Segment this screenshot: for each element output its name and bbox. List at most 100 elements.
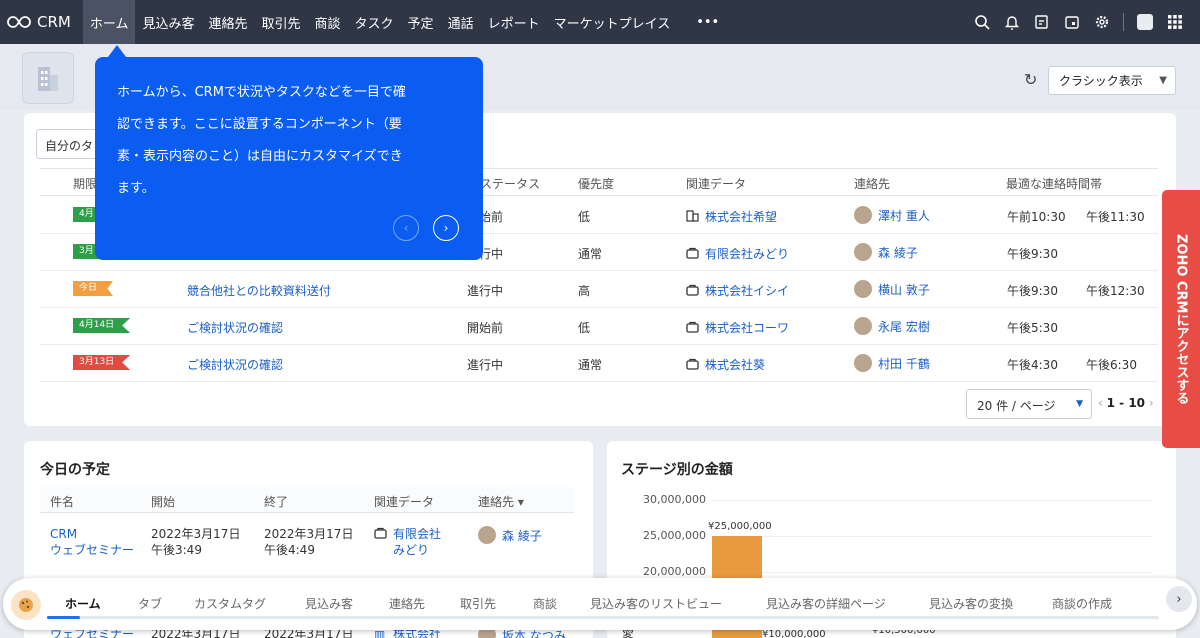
prev-page-icon[interactable]: ‹ bbox=[1098, 396, 1103, 410]
nav-item[interactable]: ホーム bbox=[82, 0, 136, 44]
page-range: 1 - 10 bbox=[1106, 396, 1146, 410]
task-subject[interactable]: ご検討状況の確認 bbox=[187, 356, 283, 373]
refresh-icon[interactable]: ↻ bbox=[1024, 70, 1037, 89]
chevron-down-icon: ▼ bbox=[1159, 75, 1167, 86]
table-row[interactable]: 今日 競合他社との比較資料送付 進行中 高 株式会社イシイ 横山 敦子 午後9:30 午後12… bbox=[40, 271, 1158, 308]
col-best-time[interactable]: 最適な連絡時間帯 bbox=[1006, 175, 1102, 192]
table-row[interactable]: 3月13日 ご検討状況の確認 進行中 通常 株式会社葵 村田 千鶴 午後4:30 午後6:30 bbox=[40, 345, 1158, 382]
event-subject[interactable]: CRM ウェブセミナー bbox=[50, 526, 134, 558]
tour-tab[interactable]: 商談 bbox=[533, 595, 557, 612]
tour-next-button[interactable]: › bbox=[1166, 586, 1192, 612]
task-subject[interactable]: ご検討状況の確認 bbox=[187, 319, 283, 336]
task-related[interactable]: 株式会社コーワ bbox=[686, 319, 789, 336]
task-related[interactable]: 株式会社葵 bbox=[686, 356, 765, 373]
best-time-start: 午後9:30 bbox=[1007, 247, 1058, 261]
task-contact[interactable]: 村田 千鶴 bbox=[854, 354, 930, 372]
task-priority: 低 bbox=[578, 210, 591, 224]
avatar bbox=[854, 280, 872, 298]
col-due[interactable]: 期限 bbox=[73, 175, 97, 192]
tour-tab[interactable]: 見込み客の変換 bbox=[929, 595, 1013, 612]
tour-tab[interactable]: 商談の作成 bbox=[1052, 595, 1112, 612]
task-status: 進行中 bbox=[467, 358, 504, 372]
col-related[interactable]: 関連データ bbox=[374, 487, 434, 513]
deal-icon bbox=[686, 358, 700, 370]
nav-item[interactable]: マーケットプレイス bbox=[547, 0, 678, 44]
apps-grid-icon[interactable] bbox=[1160, 0, 1190, 44]
task-priority: 高 bbox=[578, 284, 591, 298]
nav-divider bbox=[1123, 13, 1124, 31]
col-related[interactable]: 関連データ bbox=[686, 175, 746, 192]
tour-tab[interactable]: カスタムタグ bbox=[194, 595, 266, 612]
y-tick-label: 30,000,000 bbox=[643, 493, 706, 506]
tooltip-prev-button[interactable]: ‹ bbox=[393, 215, 419, 241]
col-contact[interactable]: 連絡先 ▾ bbox=[478, 487, 524, 513]
event-contact[interactable]: 森 綾子 bbox=[478, 526, 542, 544]
col-contact[interactable]: 連絡先 bbox=[854, 175, 890, 192]
next-page-icon[interactable]: › bbox=[1149, 396, 1154, 410]
tour-tab[interactable]: 連絡先 bbox=[389, 595, 425, 612]
table-row[interactable]: 4月14日 ご検討状況の確認 開始前 低 株式会社コーワ 永尾 宏樹 午後5:30 bbox=[40, 308, 1158, 345]
task-related[interactable]: 株式会社希望 bbox=[686, 208, 777, 225]
building-icon bbox=[22, 52, 74, 104]
col-subject[interactable]: 件名 bbox=[50, 487, 74, 513]
avatar bbox=[854, 243, 872, 261]
due-tag: 今日 bbox=[73, 281, 114, 296]
best-time-start: 午後4:30 bbox=[1007, 358, 1058, 372]
tour-tab[interactable]: 見込み客のリストビュー bbox=[590, 595, 722, 612]
nav-item[interactable]: 商談 bbox=[308, 0, 348, 44]
task-contact[interactable]: 横山 敦子 bbox=[854, 280, 930, 298]
best-time-end: 午後12:30 bbox=[1086, 284, 1145, 298]
y-tick-label: 25,000,000 bbox=[643, 529, 706, 542]
col-start[interactable]: 開始 bbox=[151, 487, 175, 513]
nav-item[interactable]: ••• bbox=[689, 0, 726, 44]
nav-item[interactable]: 通話 bbox=[441, 0, 481, 44]
search-icon[interactable] bbox=[967, 0, 997, 44]
col-status[interactable]: ステータス bbox=[480, 175, 540, 192]
event-start: 2022年3月17日 午後3:49 bbox=[151, 527, 241, 557]
nav-item[interactable]: レポート bbox=[481, 0, 547, 44]
view-select[interactable]: クラシック表示 ▼ bbox=[1048, 66, 1176, 95]
tour-tab[interactable]: ホーム bbox=[65, 595, 101, 612]
chevron-down-icon: ▼ bbox=[1076, 399, 1083, 409]
access-crm-tab[interactable]: ZOHO CRMにアクセスする bbox=[1162, 190, 1200, 448]
infinity-logo-icon bbox=[7, 16, 31, 28]
tour-tab[interactable]: タブ bbox=[138, 595, 162, 612]
col-priority[interactable]: 優先度 bbox=[578, 175, 614, 192]
task-contact[interactable]: 澤村 重人 bbox=[854, 206, 930, 224]
tour-tab[interactable]: 取引先 bbox=[460, 595, 496, 612]
event-end: 2022年3月17日 午後4:49 bbox=[264, 527, 354, 557]
task-contact[interactable]: 森 綾子 bbox=[854, 243, 918, 261]
profile-avatar-icon[interactable] bbox=[1130, 0, 1160, 44]
view-select-value: クラシック表示 bbox=[1059, 74, 1143, 88]
best-time-start: 午後9:30 bbox=[1007, 284, 1058, 298]
task-related[interactable]: 株式会社イシイ bbox=[686, 282, 789, 299]
best-time-start: 午前10:30 bbox=[1007, 210, 1066, 224]
nav-item[interactable]: 見込み客 bbox=[135, 0, 201, 44]
tooltip-next-button[interactable]: › bbox=[433, 215, 459, 241]
event-related[interactable]: 有限会社 みどり bbox=[374, 526, 441, 558]
tour-tab[interactable]: 見込み客の詳細ページ bbox=[766, 595, 886, 612]
per-page-select[interactable]: 20 件 / ページ ▼ bbox=[966, 389, 1092, 419]
nav-item[interactable]: 予定 bbox=[401, 0, 441, 44]
settings-gear-icon[interactable] bbox=[1087, 0, 1117, 44]
task-contact[interactable]: 永尾 宏樹 bbox=[854, 317, 930, 335]
task-subject[interactable]: 競合他社との比較資料送付 bbox=[187, 282, 331, 299]
tour-tab[interactable]: 見込み客 bbox=[305, 595, 353, 612]
cookie-icon[interactable] bbox=[11, 590, 41, 620]
grid-line bbox=[712, 572, 1152, 573]
task-status: 開始前 bbox=[467, 321, 504, 335]
task-related[interactable]: 有限会社みどり bbox=[686, 245, 789, 262]
bell-icon[interactable] bbox=[997, 0, 1027, 44]
due-tag: 4月14日 bbox=[73, 318, 131, 333]
add-record-icon[interactable] bbox=[1027, 0, 1057, 44]
col-end[interactable]: 終了 bbox=[264, 487, 288, 513]
avatar bbox=[854, 317, 872, 335]
avatar bbox=[478, 526, 496, 544]
calendar-icon[interactable] bbox=[1057, 0, 1087, 44]
nav-item[interactable]: タスク bbox=[348, 0, 401, 44]
crm-logo[interactable]: CRM bbox=[0, 0, 83, 44]
avatar bbox=[854, 206, 872, 224]
nav-item[interactable]: 連絡先 bbox=[201, 0, 254, 44]
nav-item[interactable]: 取引先 bbox=[255, 0, 308, 44]
task-status: 進行中 bbox=[467, 284, 504, 298]
